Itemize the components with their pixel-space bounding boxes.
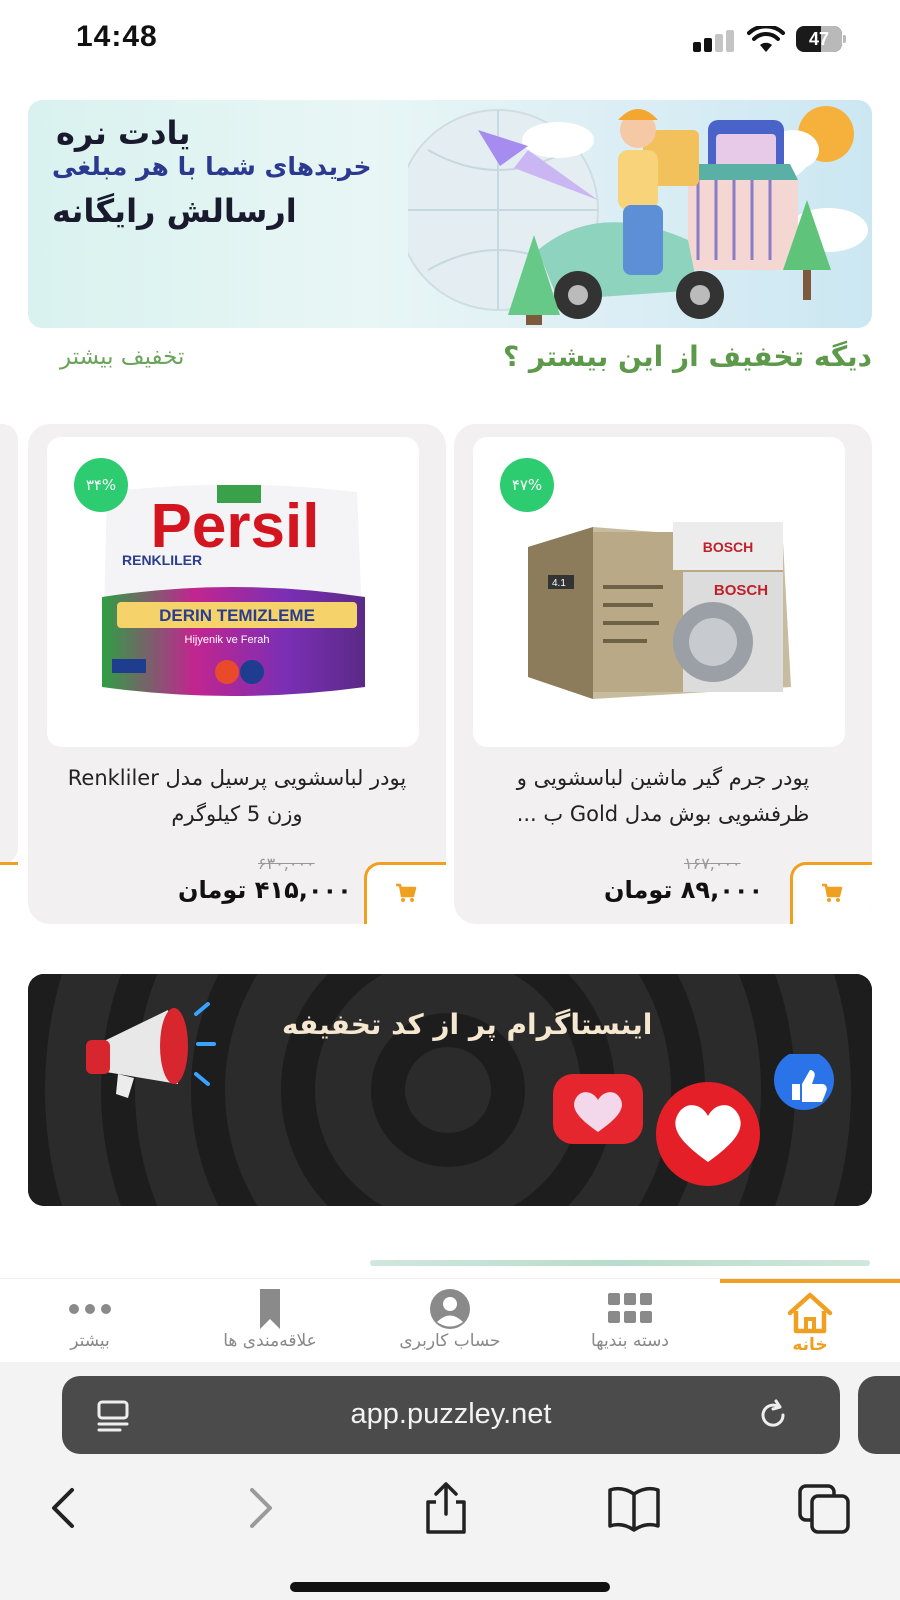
discount-badge: ۴۷% bbox=[500, 458, 554, 512]
svg-text:Hijyenik ve Ferah: Hijyenik ve Ferah bbox=[185, 634, 270, 646]
svg-text:DERIN TEMIZLEME: DERIN TEMIZLEME bbox=[159, 606, 315, 625]
tab-label: دسته بندیها bbox=[591, 1331, 669, 1351]
url-text[interactable]: app.puzzley.net bbox=[62, 1398, 840, 1431]
product-card[interactable]: BOSCH BOSCH 4.1 ۴۷% پودر جرم گیر ماشین ل… bbox=[454, 424, 872, 924]
cart-icon bbox=[822, 883, 843, 902]
promo-text: اینستاگرام پر از کد تخفیفه bbox=[282, 1008, 653, 1041]
product-price: ۴۱۵,۰۰۰ تومان bbox=[178, 876, 352, 904]
battery-icon: 47 bbox=[796, 26, 846, 52]
grid-icon bbox=[608, 1293, 652, 1323]
share-icon[interactable] bbox=[418, 1480, 474, 1536]
cart-icon bbox=[396, 883, 417, 902]
section-title: دیگه تخفیف از این بیشتر ؟ bbox=[502, 340, 872, 373]
product-title[interactable]: پودر لباسشویی پرسیل مدل Renkliler وزن 5 … bbox=[58, 760, 416, 832]
old-price: ۶۳۰,۰۰۰ bbox=[258, 854, 315, 873]
discount-badge: ۳۴% bbox=[74, 458, 128, 512]
home-indicator bbox=[290, 1582, 610, 1592]
status-time: 14:48 bbox=[76, 20, 158, 53]
megaphone-icon bbox=[86, 1002, 216, 1098]
product-title[interactable]: پودر جرم گیر ماشین لباسشویی و ظرفشویی بو… bbox=[484, 760, 842, 832]
add-to-cart-button[interactable] bbox=[790, 862, 872, 924]
bookmark-icon bbox=[260, 1289, 280, 1329]
forward-icon[interactable] bbox=[230, 1480, 286, 1536]
old-price: ۱۶۷,۰۰۰ bbox=[684, 854, 741, 873]
home-icon bbox=[787, 1292, 833, 1334]
wifi-icon bbox=[747, 24, 785, 54]
tab-label: بیشتر bbox=[70, 1331, 110, 1351]
more-icon bbox=[69, 1304, 111, 1314]
product-image[interactable]: BOSCH BOSCH 4.1 ۴۷% bbox=[473, 437, 845, 747]
banner-subtitle: خریدهای شما با هر مبلغی bbox=[52, 152, 372, 181]
bottom-tab-bar: خانه دسته بندیها حساب کاربری علاقه bbox=[0, 1278, 900, 1362]
tab-label: حساب کاربری bbox=[399, 1331, 501, 1351]
bookmarks-icon[interactable] bbox=[606, 1480, 662, 1536]
tab-categories[interactable]: دسته بندیها bbox=[540, 1279, 720, 1363]
svg-text:BOSCH: BOSCH bbox=[714, 582, 768, 599]
svg-text:Persil: Persil bbox=[151, 492, 320, 561]
back-icon[interactable] bbox=[38, 1480, 94, 1536]
tab-label: خانه bbox=[792, 1335, 828, 1355]
tab-home[interactable]: خانه bbox=[720, 1279, 900, 1363]
tab-account[interactable]: حساب کاربری bbox=[360, 1279, 540, 1363]
likes-hearts-icon bbox=[553, 1054, 834, 1186]
add-to-cart-button[interactable] bbox=[364, 862, 446, 924]
carousel-peek-card bbox=[0, 424, 18, 864]
tab-more[interactable]: بیشتر bbox=[0, 1279, 180, 1363]
screen: 14:48 47 یادت نره خریدهای شما با هر مبلغ… bbox=[0, 0, 900, 1600]
next-tab-peek[interactable] bbox=[858, 1376, 900, 1454]
svg-text:BOSCH: BOSCH bbox=[703, 539, 754, 555]
instagram-promo-banner[interactable]: اینستاگرام پر از کد تخفیفه bbox=[28, 974, 872, 1206]
browser-toolbar: app.puzzley.net bbox=[0, 1362, 900, 1600]
banner-headline: یادت نره bbox=[56, 114, 191, 152]
product-image[interactable]: Persil RENKLILER DERIN TEMIZLEME Hijyeni… bbox=[47, 437, 419, 747]
product-card[interactable]: Persil RENKLILER DERIN TEMIZLEME Hijyeni… bbox=[28, 424, 446, 924]
cellular-signal-icon bbox=[693, 30, 735, 52]
address-bar[interactable]: app.puzzley.net bbox=[62, 1376, 840, 1454]
carousel-peek-accent bbox=[0, 862, 18, 865]
svg-text:RENKLILER: RENKLILER bbox=[122, 552, 202, 568]
more-discounts-link[interactable]: تخفیف بیشتر bbox=[60, 344, 184, 370]
tab-favorites[interactable]: علاقه‌مندی ها bbox=[180, 1279, 360, 1363]
free-shipping-banner[interactable]: یادت نره خریدهای شما با هر مبلغی ارسالش … bbox=[28, 100, 872, 328]
tabs-icon[interactable] bbox=[796, 1480, 852, 1536]
reload-icon[interactable] bbox=[756, 1398, 790, 1432]
banner-tagline: ارسالش رایگانه bbox=[52, 192, 297, 230]
user-icon bbox=[430, 1289, 470, 1329]
battery-level: 47 bbox=[808, 29, 830, 49]
tab-label: علاقه‌مندی ها bbox=[223, 1331, 317, 1351]
svg-text:4.1: 4.1 bbox=[552, 578, 566, 589]
product-price: ۸۹,۰۰۰ تومان bbox=[604, 876, 764, 904]
next-section-peek bbox=[370, 1258, 870, 1278]
